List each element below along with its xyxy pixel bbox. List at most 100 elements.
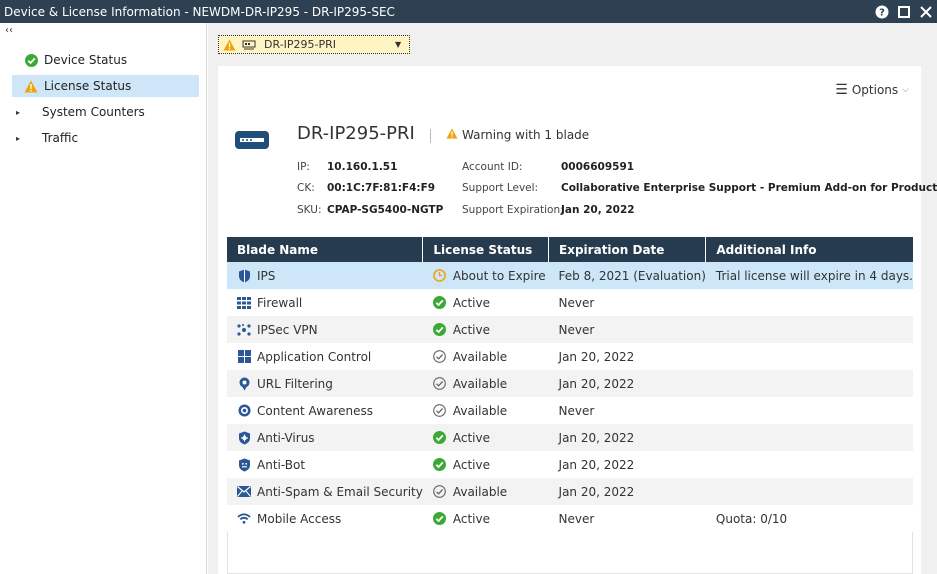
ck-field: CK: 00:1C:7F:81:F4:F9 bbox=[297, 182, 435, 194]
divider bbox=[430, 129, 431, 143]
sidebar-item-label: License Status bbox=[44, 79, 132, 93]
sidebar-item-traffic[interactable]: ▸ Traffic bbox=[12, 127, 199, 149]
blade-name: Anti-Spam & Email Security bbox=[257, 484, 423, 499]
gateway-device-icon bbox=[234, 129, 270, 154]
blade-name: Mobile Access bbox=[257, 511, 342, 526]
restore-icon bbox=[898, 5, 910, 18]
additional-info bbox=[705, 478, 913, 505]
device-selector-value: DR-IP295-PRI bbox=[264, 38, 336, 51]
gateway-icon bbox=[242, 40, 256, 49]
warning-text: Warning with 1 blade bbox=[462, 128, 590, 142]
expiration-date: Jan 20, 2022 bbox=[548, 370, 706, 397]
options-menu-button[interactable]: ☰ Options ⌵ bbox=[835, 82, 909, 98]
wifi-icon bbox=[237, 512, 251, 526]
anti-virus-icon bbox=[237, 431, 251, 445]
table-row[interactable]: Mobile Access Active Never Quota: 0/10 bbox=[227, 505, 913, 532]
additional-info: Trial license will expire in 4 days. bbox=[705, 262, 913, 289]
restore-button[interactable] bbox=[893, 0, 915, 23]
sku-label: SKU: bbox=[297, 204, 322, 216]
table-row[interactable]: Firewall Active Never bbox=[227, 289, 913, 316]
expiration-date: Jan 20, 2022 bbox=[548, 424, 706, 451]
anti-bot-icon bbox=[237, 458, 251, 472]
warning-icon bbox=[24, 79, 38, 93]
additional-info bbox=[705, 343, 913, 370]
table-row[interactable]: Content Awareness Available Never bbox=[227, 397, 913, 424]
additional-info bbox=[705, 451, 913, 478]
table-row[interactable]: IPS About to Expire Feb 8, 2021 (Evaluat… bbox=[227, 262, 913, 289]
column-header-additional-info[interactable]: Additional Info bbox=[705, 237, 913, 262]
content-awareness-icon bbox=[237, 404, 251, 418]
table-row[interactable]: Application Control Available Jan 20, 20… bbox=[227, 343, 913, 370]
account-value: 0006609591 bbox=[561, 161, 635, 173]
ip-value: 10.160.1.51 bbox=[327, 161, 398, 173]
license-status: Active bbox=[452, 457, 490, 472]
blade-name: IPS bbox=[257, 268, 276, 283]
ck-value: 00:1C:7F:81:F4:F9 bbox=[327, 182, 436, 194]
license-status: Available bbox=[452, 484, 508, 499]
license-card: ☰ Options ⌵ DR-IP295-PRI Warning with 1 … bbox=[218, 66, 937, 574]
blade-name: IPSec VPN bbox=[257, 322, 318, 337]
menu-icon: ☰ bbox=[835, 82, 848, 98]
sidebar-item-license-status[interactable]: License Status bbox=[12, 75, 199, 97]
vpn-icon bbox=[237, 323, 251, 337]
license-status: Available bbox=[452, 376, 508, 391]
column-header-license-status[interactable]: License Status bbox=[422, 237, 550, 262]
device-warning: Warning with 1 blade bbox=[446, 128, 589, 142]
clock-warning-icon bbox=[433, 269, 447, 283]
warning-icon bbox=[446, 128, 458, 142]
sku-field: SKU: CPAP-SG5400-NGTP bbox=[297, 204, 443, 216]
available-check-icon bbox=[433, 404, 447, 418]
close-button[interactable] bbox=[915, 0, 937, 23]
expiration-date: Feb 8, 2021 (Evaluation) bbox=[548, 262, 706, 289]
table-empty-area bbox=[227, 532, 913, 574]
table-row[interactable]: Anti-Spam & Email Security Available Jan… bbox=[227, 478, 913, 505]
expiration-date: Never bbox=[548, 505, 706, 532]
account-label: Account ID: bbox=[462, 161, 523, 173]
table-row[interactable]: URL Filtering Available Jan 20, 2022 bbox=[227, 370, 913, 397]
title-bar: Device & License Information - NEWDM-DR-… bbox=[0, 0, 937, 23]
table-row[interactable]: Anti-Bot Active Jan 20, 2022 bbox=[227, 451, 913, 478]
table-header-row: Blade Name License Status Expiration Dat… bbox=[227, 237, 913, 262]
application-control-icon bbox=[237, 350, 251, 364]
additional-info bbox=[705, 289, 913, 316]
sidebar-item-label: System Counters bbox=[42, 105, 145, 119]
table-row[interactable]: IPSec VPN Active Never bbox=[227, 316, 913, 343]
expand-arrow-icon[interactable]: ▸ bbox=[16, 134, 24, 143]
expiration-date: Never bbox=[548, 397, 706, 424]
expiration-date: Never bbox=[548, 316, 706, 343]
column-header-expiration-date[interactable]: Expiration Date bbox=[548, 237, 707, 262]
additional-info bbox=[705, 370, 913, 397]
additional-info bbox=[705, 397, 913, 424]
envelope-icon bbox=[237, 485, 251, 499]
account-field: Account ID: 0006609591 bbox=[462, 161, 634, 173]
sku-value: CPAP-SG5400-NGTP bbox=[327, 204, 444, 216]
blade-name: Firewall bbox=[257, 295, 303, 310]
support-level-value: Collaborative Enterprise Support - Premi… bbox=[561, 182, 937, 194]
license-status: Active bbox=[452, 511, 490, 526]
license-status: Active bbox=[452, 322, 490, 337]
license-status: About to Expire bbox=[452, 268, 546, 283]
sidebar-item-device-status[interactable]: Device Status bbox=[12, 49, 199, 71]
column-header-blade-name[interactable]: Blade Name bbox=[227, 237, 424, 262]
blade-name: Content Awareness bbox=[257, 403, 373, 418]
ips-shield-icon bbox=[237, 269, 251, 283]
support-expiration-value: Jan 20, 2022 bbox=[561, 204, 635, 216]
license-status: Available bbox=[452, 349, 508, 364]
collapse-sidebar-button[interactable]: ‹‹ bbox=[5, 25, 13, 36]
chevron-down-icon: ▼ bbox=[395, 40, 402, 49]
additional-info bbox=[705, 424, 913, 451]
sidebar-item-system-counters[interactable]: ▸ System Counters bbox=[12, 101, 199, 123]
check-icon bbox=[433, 512, 447, 526]
support-expiration-label: Support Expiration: bbox=[462, 204, 564, 216]
expand-arrow-icon[interactable]: ▸ bbox=[16, 108, 24, 117]
chevron-down-icon: ⌵ bbox=[902, 85, 909, 95]
ip-field: IP: 10.160.1.51 bbox=[297, 161, 397, 173]
additional-info bbox=[705, 316, 913, 343]
window-title: Device & License Information - NEWDM-DR-… bbox=[4, 4, 395, 19]
firewall-icon bbox=[237, 296, 251, 310]
help-button[interactable]: ? bbox=[871, 0, 893, 23]
check-icon bbox=[433, 431, 447, 445]
table-row[interactable]: Anti-Virus Active Jan 20, 2022 bbox=[227, 424, 913, 451]
license-status: Available bbox=[452, 403, 508, 418]
device-selector-dropdown[interactable]: DR-IP295-PRI ▼ bbox=[218, 35, 410, 54]
